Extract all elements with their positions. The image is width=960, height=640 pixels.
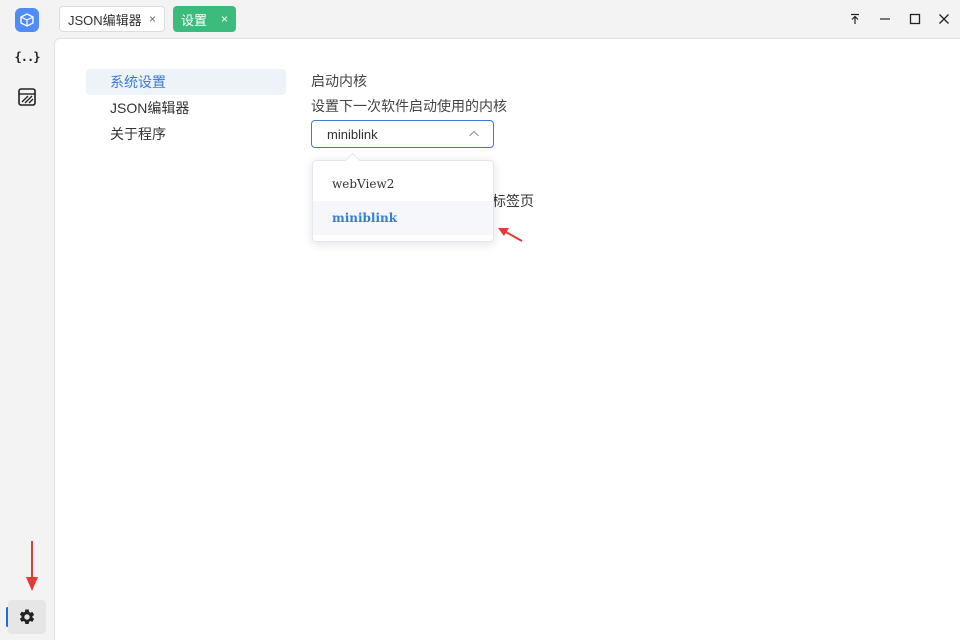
partially-hidden-setting-label: 标签页 xyxy=(492,193,534,209)
kernel-option-miniblink[interactable]: miniblink xyxy=(313,201,493,235)
nav-label: 系统设置 xyxy=(110,74,166,90)
tab-settings[interactable]: 设置 × xyxy=(173,6,236,32)
kernel-select[interactable]: miniblink xyxy=(311,120,494,148)
settings-button[interactable] xyxy=(8,600,46,634)
option-label: miniblink xyxy=(332,211,398,225)
option-label: webView2 xyxy=(332,177,395,191)
maximize-icon[interactable] xyxy=(904,8,926,30)
close-window-icon[interactable] xyxy=(933,8,955,30)
annotation-arrow-left xyxy=(498,228,523,242)
settings-nav-about[interactable]: 关于程序 xyxy=(86,121,286,147)
annotation-arrow-down xyxy=(26,541,38,591)
activity-bar: {..} xyxy=(0,38,54,640)
kernel-option-webview2[interactable]: webView2 xyxy=(313,167,493,201)
nav-label: JSON编辑器 xyxy=(110,100,190,116)
braces-glyph: {..} xyxy=(14,50,41,64)
app-logo-icon xyxy=(15,8,39,32)
minimize-icon[interactable] xyxy=(874,8,896,30)
gear-icon xyxy=(19,609,35,624)
settings-panel: 系统设置 JSON编辑器 关于程序 启动内核 设置下一次软件启动使用的内核 mi… xyxy=(54,38,960,640)
chevron-up-icon xyxy=(469,130,479,137)
tab-close-icon[interactable]: × xyxy=(221,13,228,25)
kernel-section-title: 启动内核 xyxy=(311,73,367,89)
titlebar: JSON编辑器 × 设置 × xyxy=(0,0,960,38)
image-editor-icon[interactable] xyxy=(14,84,40,110)
pin-top-icon[interactable] xyxy=(844,8,866,30)
tab-close-icon[interactable]: × xyxy=(149,13,156,25)
kernel-dropdown-menu: webView2 miniblink xyxy=(312,160,494,242)
kernel-section-description: 设置下一次软件启动使用的内核 xyxy=(311,98,507,114)
tab-label: 设置 xyxy=(181,12,208,28)
kernel-select-value: miniblink xyxy=(327,126,378,142)
tab-label: JSON编辑器 xyxy=(68,12,142,28)
tab-json-editor[interactable]: JSON编辑器 × xyxy=(59,6,165,32)
json-braces-icon[interactable]: {..} xyxy=(14,44,41,70)
settings-nav-system[interactable]: 系统设置 xyxy=(86,69,286,95)
settings-nav-json-editor[interactable]: JSON编辑器 xyxy=(86,95,286,121)
nav-label: 关于程序 xyxy=(110,126,166,142)
